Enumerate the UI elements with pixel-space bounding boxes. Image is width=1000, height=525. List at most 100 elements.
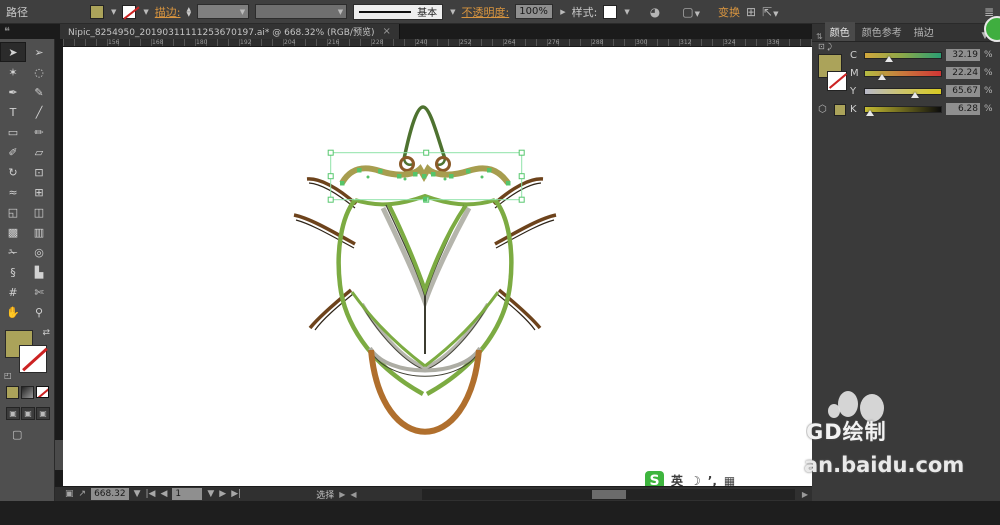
zoom-tool[interactable]: ⚲ [26, 302, 52, 322]
next-artboard-icon[interactable]: ▶ [219, 489, 226, 499]
slider-value[interactable]: 22.24 [946, 67, 980, 79]
slice-tool[interactable]: ✄ [26, 282, 52, 302]
select-similar-icon[interactable]: ▢▼ [682, 5, 700, 19]
scroll-left-icon[interactable]: ▶ [339, 490, 345, 499]
recolor-artwork-icon[interactable]: ◕ [650, 5, 660, 19]
stroke-proxy[interactable] [19, 345, 47, 373]
gradient-tool[interactable]: ▥ [26, 222, 52, 242]
pencil-tool[interactable]: ✐ [0, 142, 26, 162]
selection-tool[interactable]: ➤ [0, 42, 26, 62]
type-tool[interactable]: T [0, 102, 26, 122]
stroke-dropdown-icon[interactable]: ▼ [143, 8, 148, 16]
magic-wand-tool[interactable]: ✶ [0, 62, 26, 82]
eraser-tool[interactable]: ▱ [26, 142, 52, 162]
slider-thumb[interactable] [911, 91, 920, 98]
line-segment-tool[interactable]: ╱ [26, 102, 52, 122]
scroll-right-icon[interactable]: ◀ [350, 490, 356, 499]
fill-color-swatch[interactable] [90, 4, 104, 19]
gradient-button[interactable] [21, 386, 34, 399]
stroke-weight-select[interactable]: ▼ [197, 4, 250, 19]
draw-inside-icon[interactable]: ▣ [36, 407, 50, 420]
draw-normal-icon[interactable]: ▣ [6, 407, 20, 420]
rotate-tool[interactable]: ↻ [0, 162, 26, 182]
shape-builder-tool[interactable]: ◱ [0, 202, 26, 222]
tab-stroke[interactable]: 描边 [909, 22, 939, 41]
slider-value[interactable]: 65.67 [946, 85, 980, 97]
pen-tool[interactable]: ✒ [0, 82, 26, 102]
color-button[interactable] [6, 386, 19, 399]
hand-tool[interactable]: ✋ [0, 302, 26, 322]
artboard-canvas[interactable] [63, 47, 812, 486]
opacity-label[interactable]: 不透明度: [462, 4, 510, 20]
lasso-tool[interactable]: ◌ [26, 62, 52, 82]
horizontal-scrollbar[interactable] [421, 488, 795, 500]
scroll-end-icon[interactable]: ▶ [802, 490, 808, 499]
draw-behind-icon[interactable]: ▣ [21, 407, 35, 420]
zoom-field[interactable]: 668.32 [91, 488, 129, 500]
publish-icon[interactable]: ↗ [79, 489, 87, 499]
scrollbar-thumb[interactable] [591, 489, 626, 499]
k-slider[interactable] [864, 105, 942, 116]
slider-value[interactable]: 6.28 [946, 103, 980, 115]
close-tab-icon[interactable]: × [382, 26, 390, 37]
horizontal-ruler[interactable]: 156 168 180 192 204 216 228 240 252 264 276 288 300 3… [63, 39, 812, 47]
prev-artboard-icon[interactable]: ◀ [160, 489, 167, 499]
y-slider[interactable] [864, 87, 942, 98]
tab-color-guide[interactable]: 颜色参考 [857, 22, 907, 41]
fill-stroke-control[interactable]: ⇄ ◰ [4, 328, 52, 380]
color-mode-icons[interactable]: ⊡ ⤸ [818, 42, 832, 52]
blend-tool[interactable]: ◎ [26, 242, 52, 262]
default-fill-stroke-icon[interactable]: ◰ [4, 371, 12, 380]
variable-width-select[interactable]: ▼ [255, 4, 348, 19]
perspective-grid-tool[interactable]: ⊞ [26, 182, 52, 202]
rectangle-tool[interactable]: ▭ [0, 122, 26, 142]
align-artboard-icon[interactable]: ⊞ [746, 5, 756, 19]
color-stroke-proxy[interactable] [827, 71, 847, 91]
swap-fill-stroke-icon[interactable]: ⇄ [42, 328, 50, 338]
mosaic-tool[interactable]: ▩ [0, 222, 26, 242]
isolate-icon[interactable]: ⇱▼ [762, 5, 778, 19]
ruler-label: 300 [636, 39, 648, 46]
curvature-tool[interactable]: ✎ [26, 82, 52, 102]
slider-thumb[interactable] [877, 73, 886, 80]
screen-mode-status-icon[interactable]: ▣ [65, 489, 74, 499]
stroke-color-swatch[interactable] [122, 4, 137, 19]
last-artboard-icon[interactable]: ▶| [231, 489, 241, 499]
opacity-stepper-icon[interactable]: ▶ [560, 8, 565, 16]
graph-tool[interactable]: ◫ [26, 202, 52, 222]
first-artboard-icon[interactable]: |◀ [145, 489, 155, 499]
column-graph-tool[interactable]: ▙ [26, 262, 52, 282]
canvas-side-tab[interactable] [55, 440, 63, 470]
opacity-field[interactable]: 100% [515, 4, 554, 19]
screen-mode-icon[interactable]: ▢ [12, 428, 54, 441]
eyedropper-tool[interactable]: ✁ [0, 242, 26, 262]
style-swatch[interactable] [603, 4, 618, 19]
width-tool[interactable]: ≈ [0, 182, 26, 202]
tab-color[interactable]: 颜色 [824, 22, 855, 41]
brush-definition-select[interactable]: 基本 [353, 3, 444, 20]
slider-thumb[interactable] [885, 55, 894, 62]
symbol-sprayer-tool[interactable]: § [0, 262, 26, 282]
none-button[interactable] [36, 386, 49, 398]
free-transform-tool[interactable]: ⊡ [26, 162, 52, 182]
direct-selection-tool[interactable]: ➢ [26, 42, 52, 62]
document-tab[interactable]: Nipic_8254950_20190311111253670197.ai* @… [60, 24, 400, 39]
brush-dropdown-icon[interactable]: ▼ [450, 8, 455, 16]
artboard-field[interactable]: 1 [172, 488, 203, 500]
transform-link[interactable]: 变换 [718, 4, 740, 20]
slider-value[interactable]: 32.19 [946, 49, 980, 61]
zoom-dropdown-icon[interactable]: ▼ [134, 489, 141, 499]
panel-collapse-icon[interactable]: ⇅ [816, 32, 823, 41]
paintbrush-tool[interactable]: ✏ [26, 122, 52, 142]
web-safe-swatch[interactable] [834, 104, 846, 116]
style-dropdown-icon[interactable]: ▼ [624, 8, 629, 16]
out-of-web-cube-icon[interactable]: ⬡ [818, 104, 827, 115]
stroke-weight-label[interactable]: 描边: [155, 4, 181, 20]
stroke-weight-stepper[interactable]: ▲ ▼ [187, 6, 192, 17]
c-slider[interactable] [864, 51, 942, 62]
slider-thumb[interactable] [865, 109, 874, 116]
m-slider[interactable] [864, 69, 942, 80]
artboard-tool[interactable]: # [0, 282, 26, 302]
fill-dropdown-icon[interactable]: ▼ [111, 8, 116, 16]
artboard-dropdown-icon[interactable]: ▼ [207, 489, 214, 499]
